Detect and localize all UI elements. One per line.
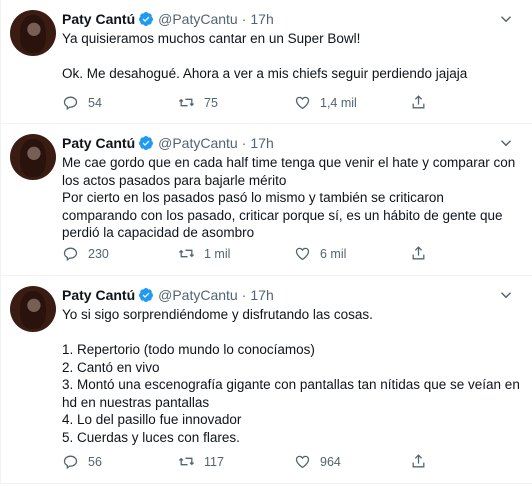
author-handle[interactable]: @PatyCantu	[158, 134, 238, 152]
like-button[interactable]: 1,4 mil	[294, 94, 410, 111]
share-icon[interactable]	[410, 245, 427, 262]
like-button[interactable]: 6 mil	[294, 245, 410, 262]
verified-badge-icon	[139, 136, 154, 150]
more-options-icon[interactable]	[497, 10, 515, 28]
retweet-button[interactable]: 1 mil	[178, 245, 294, 262]
retweet-count: 1 mil	[204, 246, 231, 261]
avatar[interactable]	[10, 10, 56, 56]
author-handle[interactable]: @PatyCantu	[158, 10, 238, 28]
author-name[interactable]: Paty Cantú	[62, 286, 135, 304]
like-count: 964	[320, 454, 341, 469]
like-icon	[295, 247, 310, 261]
retweet-button[interactable]: 75	[178, 94, 294, 111]
author-name[interactable]: Paty Cantú	[62, 10, 135, 28]
avatar[interactable]	[10, 134, 56, 180]
reply-button[interactable]: 230	[62, 245, 178, 262]
separator-dot: ·	[241, 135, 247, 151]
tweet-text: Yo si sigo sorprendiéndome y disfrutando…	[62, 307, 520, 445]
reply-button[interactable]: 56	[62, 453, 178, 470]
tweet-header: Paty Cantú @PatyCantu · 17h	[62, 134, 522, 152]
retweet-icon	[178, 457, 195, 466]
like-count: 1,4 mil	[320, 95, 357, 110]
separator-dot: ·	[241, 287, 247, 303]
verified-badge-icon	[139, 12, 154, 26]
tweet-text: Ya quisieramos muchos cantar en un Super…	[62, 31, 468, 81]
tweet-text: Me cae gordo que en cada half time tenga…	[62, 155, 516, 240]
reply-count: 56	[88, 454, 102, 469]
tweet-actions: 230 1 mil 6 mil	[62, 245, 427, 262]
like-icon	[295, 96, 310, 110]
reply-count: 54	[88, 95, 102, 110]
like-count: 6 mil	[320, 246, 347, 261]
reply-button[interactable]: 54	[62, 94, 178, 111]
tweet-header: Paty Cantú @PatyCantu · 17h	[62, 10, 522, 28]
tweet-actions: 54 75 1,4 mil	[62, 94, 427, 111]
reply-count: 230	[88, 246, 109, 261]
tweet-time[interactable]: 17h	[250, 10, 273, 28]
tweet-header: Paty Cantú @PatyCantu · 17h	[62, 286, 522, 304]
tweet-body: Paty Cantú @PatyCantu · 17h Ya quisieram…	[62, 10, 522, 83]
author-name[interactable]: Paty Cantú	[62, 134, 135, 152]
more-options-icon[interactable]	[497, 286, 515, 304]
tweet[interactable]: Paty Cantú @PatyCantu · 17h Me cae gordo…	[1, 124, 532, 276]
author-handle[interactable]: @PatyCantu	[158, 286, 238, 304]
separator-dot: ·	[241, 11, 247, 27]
reply-icon	[63, 96, 78, 111]
tweet-actions: 56 117 964	[62, 453, 427, 470]
tweet[interactable]: Paty Cantú @PatyCantu · 17h Yo si sigo s…	[1, 276, 532, 484]
share-icon[interactable]	[410, 94, 427, 111]
like-button[interactable]: 964	[294, 453, 410, 470]
tweet[interactable]: Paty Cantú @PatyCantu · 17h Ya quisieram…	[1, 0, 532, 124]
retweet-button[interactable]: 117	[178, 453, 294, 470]
retweet-icon	[178, 249, 195, 258]
reply-icon	[63, 455, 78, 470]
tweet-body: Paty Cantú @PatyCantu · 17h Yo si sigo s…	[62, 286, 522, 446]
reply-icon	[63, 247, 78, 262]
retweet-icon	[178, 98, 195, 107]
tweet-feed: Paty Cantú @PatyCantu · 17h Ya quisieram…	[0, 0, 532, 484]
tweet-time[interactable]: 17h	[250, 286, 273, 304]
share-icon[interactable]	[410, 453, 427, 470]
verified-badge-icon	[139, 288, 154, 302]
tweet-time[interactable]: 17h	[250, 134, 273, 152]
more-options-icon[interactable]	[497, 134, 515, 152]
retweet-count: 117	[204, 454, 224, 469]
tweet-body: Paty Cantú @PatyCantu · 17h Me cae gordo…	[62, 134, 522, 242]
retweet-count: 75	[204, 95, 218, 110]
like-icon	[295, 455, 310, 469]
avatar[interactable]	[10, 286, 56, 332]
